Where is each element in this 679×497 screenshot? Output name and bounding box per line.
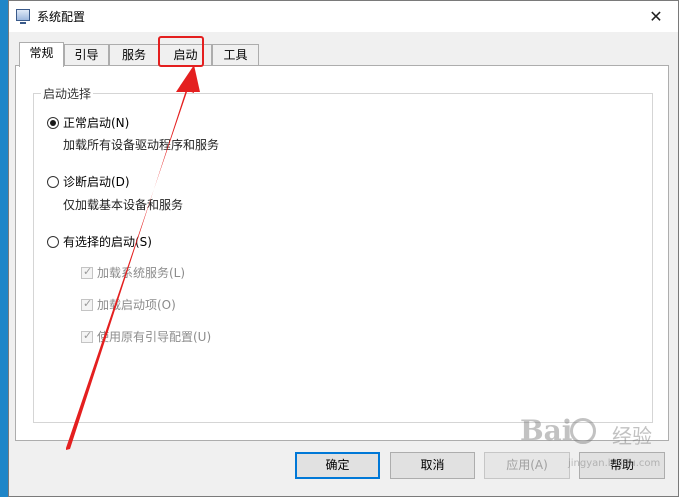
watermark-logo: Bai <box>520 414 573 447</box>
paw-icon <box>570 418 596 444</box>
baidu-jingyan-watermark: Bai 经验 jingyan.baidu.com <box>520 412 670 492</box>
watermark-url: jingyan.baidu.com <box>568 458 661 469</box>
watermark-text: 经验 <box>612 424 652 448</box>
